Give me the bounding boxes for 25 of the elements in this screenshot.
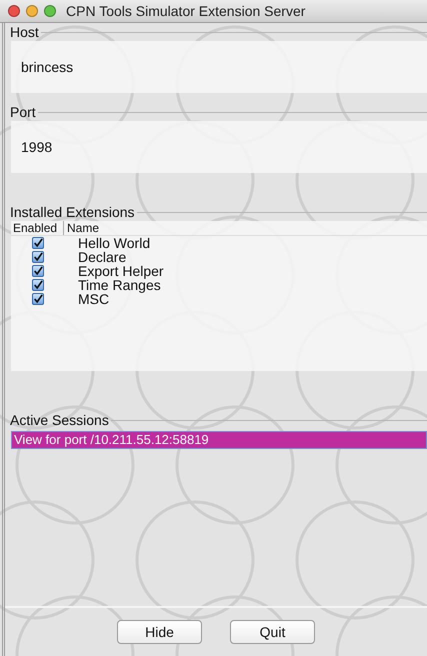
section-title: Host (9, 24, 40, 40)
window-title: CPN Tools Simulator Extension Server (66, 3, 306, 19)
table-cell-text: Declare (77, 249, 126, 265)
hide-button[interactable]: Hide (117, 620, 202, 644)
table-cell-text: Hello World (77, 235, 150, 251)
section-title: Active Sessions (9, 412, 110, 428)
checkbox[interactable] (32, 251, 44, 263)
checkbox[interactable] (32, 237, 44, 249)
zoom-button[interactable] (44, 5, 56, 17)
checkbox[interactable] (32, 293, 44, 305)
checkbox[interactable] (32, 279, 44, 291)
section-title: Port (9, 104, 37, 120)
quit-button[interactable]: Quit (230, 620, 315, 644)
table-cell-text: MSC (77, 291, 110, 307)
table-cell-text: Export Helper (77, 263, 164, 279)
minimize-button[interactable] (26, 5, 38, 17)
section-title: Installed Extensions (9, 204, 136, 220)
port-field[interactable]: 1998 (11, 121, 427, 173)
table-cell-text: Time Ranges (77, 277, 161, 293)
column-header[interactable]: Name (64, 221, 100, 235)
host-field[interactable]: brincess (11, 41, 427, 93)
column-header[interactable]: Enabled (11, 221, 64, 235)
close-button[interactable] (8, 5, 20, 17)
checkbox[interactable] (32, 265, 44, 277)
session-item[interactable]: View for port /10.211.55.12:58819 (11, 431, 427, 449)
